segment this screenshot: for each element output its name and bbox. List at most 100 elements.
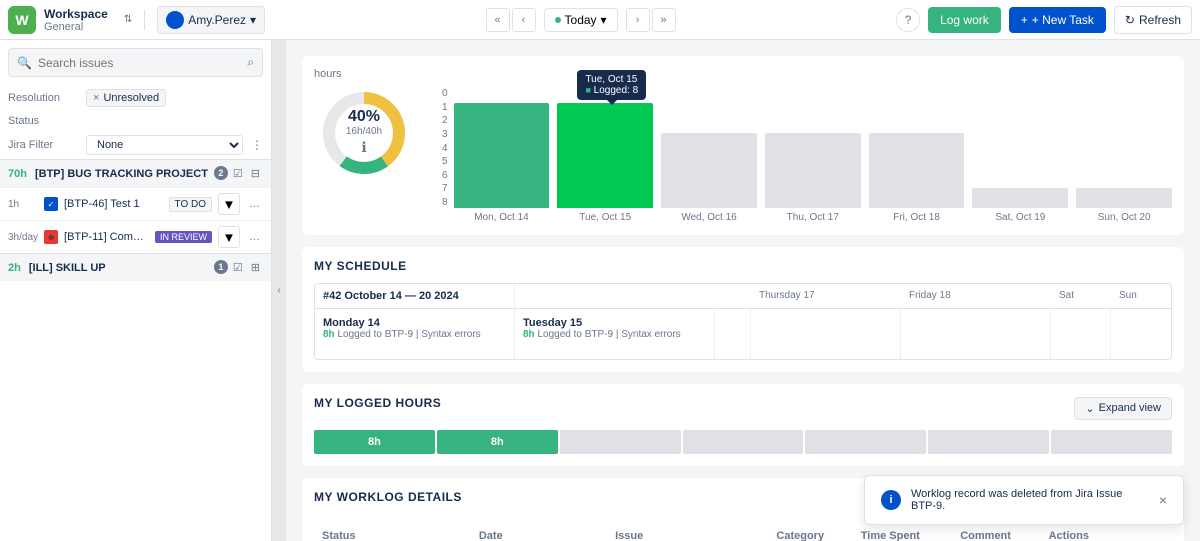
resolution-tag[interactable]: × Unresolved (86, 89, 166, 107)
bar-mon (454, 103, 550, 208)
today-dot-icon (555, 17, 561, 23)
issue-row-btp11[interactable]: 3h/day 🐞 [BTP-11] Compatibility defects … (0, 220, 271, 253)
notification-text: Worklog record was deleted from Jira Iss… (911, 488, 1149, 512)
col-status: Status (314, 524, 471, 541)
new-task-button[interactable]: + + New Task (1009, 7, 1106, 33)
x-label-tue: Tue, Oct 15 (557, 212, 653, 223)
notification-close-button[interactable]: × (1159, 492, 1167, 508)
jira-filter-select[interactable]: None (86, 135, 243, 155)
workspace-info: Workspace General (44, 7, 108, 33)
workspace-name: Workspace (44, 7, 108, 21)
sidebar-expand-handle[interactable]: ‹ (272, 40, 286, 541)
nav-next-next-button[interactable]: » (652, 8, 676, 32)
hours-bar-thu (683, 430, 804, 454)
x-label-thu: Thu, Oct 17 (765, 212, 861, 223)
log-work-button[interactable]: Log work (928, 7, 1001, 33)
nav-arrows-group-right: › » (626, 8, 676, 32)
hours-bar-mon: 8h (314, 430, 435, 454)
project-btp-check-icon[interactable]: ☑ (230, 166, 246, 181)
col-category: Category (768, 524, 852, 541)
resolution-x-icon[interactable]: × (93, 92, 99, 104)
project-ill-name: [ILL] SKILL UP (29, 262, 106, 274)
schedule-header-sat: Sat (1051, 284, 1111, 309)
main-area: 🔍 ⌕ Resolution × Unresolved Status Jira … (0, 40, 1200, 541)
issue-row-btp46[interactable]: 1h ✓ [BTP-46] Test 1 TO DO ▼ … (0, 187, 271, 220)
bars-area: Tue, Oct 15■ Logged: 8 (454, 88, 1172, 223)
col-date: Date (471, 524, 607, 541)
issue-btp46-name: [BTP-46] Test 1 (64, 198, 163, 210)
issue-btp11-name: [BTP-11] Compatibility defects (64, 231, 149, 243)
project-ill-actions: 1 ☑ ⊞ (214, 260, 263, 275)
logged-hours-header: MY LOGGED HOURS ⌄ Expand view (314, 396, 1172, 420)
bar-fri (869, 133, 965, 208)
user-selector[interactable]: Amy.Perez ▾ (157, 6, 265, 34)
schedule-grid: #42 October 14 — 20 2024 Thursday 17 Fri… (314, 283, 1172, 360)
project-ill-check-icon[interactable]: ☑ (230, 260, 246, 275)
search-icon-right: ⌕ (247, 55, 254, 70)
app-logo: W (8, 6, 36, 34)
workspace-chevron-icon[interactable]: ⇅ (124, 14, 132, 25)
issue-btp46-collapse-button[interactable]: ▼ (218, 193, 240, 215)
project-ill-expand-icon[interactable]: ⊞ (248, 260, 263, 275)
hours-bar-sat (928, 430, 1049, 454)
project-btp-actions: 2 ☑ ⊟ (214, 166, 263, 181)
y-label-8: 8 (442, 197, 448, 208)
new-task-label: + New Task (1032, 13, 1094, 27)
y-label-7: 7 (442, 183, 448, 194)
jira-filter-label: Jira Filter (8, 139, 78, 151)
schedule-header-thursday: Thursday 17 (751, 284, 901, 309)
project-btp-header: 70h [BTP] BUG TRACKING PROJECT 2 ☑ ⊟ (0, 159, 271, 187)
top-bar: W Workspace General ⇅ Amy.Perez ▾ « ‹ To… (0, 0, 1200, 40)
col-issue: Issue (607, 524, 768, 541)
y-label-4: 4 (442, 143, 448, 154)
search-box[interactable]: 🔍 ⌕ (8, 48, 263, 77)
bar-tooltip: Tue, Oct 15■ Logged: 8 (577, 70, 646, 100)
bar-col-tue (557, 103, 653, 208)
nav-prev-prev-button[interactable]: « (486, 8, 510, 32)
schedule-cell-tue: Tuesday 15 8h Logged to BTP-9 | Syntax e… (515, 309, 715, 359)
schedule-header-sun: Sun (1111, 284, 1171, 309)
project-btp-expand-icon[interactable]: ⊟ (248, 166, 263, 181)
refresh-label: Refresh (1139, 13, 1181, 27)
donut-sub: 16h/40h (346, 126, 382, 137)
user-chevron-icon: ▾ (250, 13, 256, 27)
issue-btp11-collapse-button[interactable]: ▼ (218, 226, 240, 248)
resolution-value: Unresolved (103, 92, 159, 104)
help-button[interactable]: ? (896, 8, 920, 32)
bar-sun (1076, 188, 1172, 208)
expand-view-button[interactable]: ⌄ Expand view (1074, 397, 1172, 420)
project-hours-ill: 2h (8, 262, 21, 274)
bar-tue (557, 103, 653, 208)
schedule-header-friday: Friday 18 (901, 284, 1051, 309)
col-actions: Actions (1041, 524, 1172, 541)
notification-info-icon: i (881, 490, 901, 510)
tooltip-text: Tue, Oct 15■ Logged: 8 (577, 70, 646, 100)
nav-next-button[interactable]: › (626, 8, 650, 32)
refresh-button[interactable]: ↻ Refresh (1114, 6, 1192, 34)
schedule-cell-sat (1051, 309, 1111, 359)
schedule-section: MY SCHEDULE #42 October 14 — 20 2024 Thu… (302, 247, 1184, 372)
search-input[interactable] (38, 56, 241, 70)
chart-title: hours (314, 68, 1172, 80)
x-label-sun: Sun, Oct 20 (1076, 212, 1172, 223)
worklog-table-header-row: Status Date Issue Category Time Spent Co… (314, 524, 1172, 541)
col-comment: Comment (952, 524, 1040, 541)
bar-wed (661, 133, 757, 208)
refresh-icon: ↻ (1125, 13, 1135, 27)
today-chevron-icon: ▾ (601, 13, 607, 27)
project-btp-count: 2 (214, 166, 228, 180)
x-label-sat: Sat, Oct 19 (972, 212, 1068, 223)
chart-body: 40% 16h/40h ℹ 8 7 6 5 (314, 88, 1172, 223)
schedule-header-tuesday (515, 284, 715, 309)
bar-col-thu (765, 133, 861, 208)
issue-btp46-dots-icon[interactable]: … (246, 197, 263, 211)
hours-bar-tue: 8h (437, 430, 558, 454)
y-label-5: 5 (442, 156, 448, 167)
nav-prev-button[interactable]: ‹ (512, 8, 536, 32)
today-button[interactable]: Today ▾ (544, 8, 618, 32)
logged-hours-section: MY LOGGED HOURS ⌄ Expand view 8h 8h (302, 384, 1184, 466)
filter-dots-icon[interactable]: ⋮ (251, 138, 263, 152)
bar-col-sat (972, 188, 1068, 208)
schedule-tue-header: Tuesday 15 (523, 317, 582, 329)
issue-btp11-dots-icon[interactable]: … (246, 230, 263, 244)
